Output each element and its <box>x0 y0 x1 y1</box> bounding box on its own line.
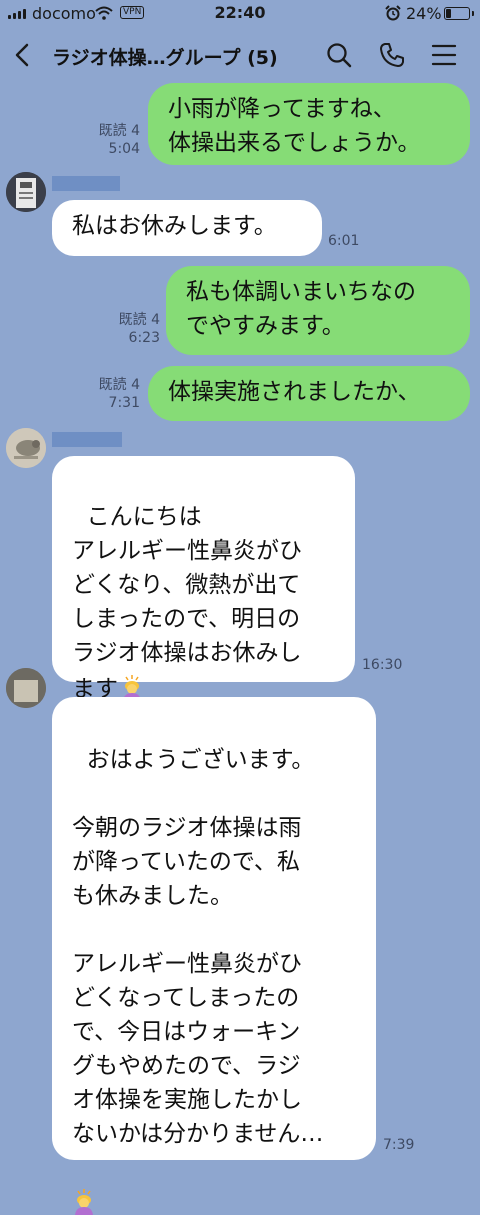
received-message[interactable]: おはようございます。 今朝のラジオ体操は雨 が降っていたので、私 も休みました。… <box>52 697 376 1215</box>
received-message[interactable]: 私はお休みします。 <box>52 200 322 256</box>
avatar-image <box>6 668 46 708</box>
status-bar: docomo VPN 22:40 24% <box>0 0 480 28</box>
avatar[interactable] <box>6 172 46 212</box>
battery-icon <box>444 7 474 20</box>
message-time: 6:01 <box>328 233 360 249</box>
message-time: 6:23 <box>128 330 160 346</box>
battery-level-fill <box>446 9 451 18</box>
avatar-image <box>6 172 46 212</box>
read-receipt: 既読 4 <box>118 312 160 328</box>
read-receipt: 既読 4 <box>98 123 140 139</box>
chat-title[interactable]: ラジオ体操…グループ (5) <box>52 43 278 70</box>
avatar[interactable] <box>6 428 46 468</box>
back-icon[interactable] <box>10 42 36 68</box>
sent-message[interactable]: 体操実施されましたか、 <box>148 366 470 421</box>
sent-message[interactable]: 私も体調いまいちなの でやすみます。 <box>166 266 470 355</box>
sender-name-redacted <box>52 176 120 191</box>
phone-icon[interactable] <box>378 41 406 69</box>
message-time: 7:39 <box>383 1137 415 1153</box>
avatar-image <box>6 428 46 468</box>
search-icon[interactable] <box>325 41 353 69</box>
message-meta: 既読 4 7:31 <box>80 376 140 412</box>
received-message[interactable]: こんにちは アレルギー性鼻炎がひ どくなり、微熱が出て しまったので、明日の ラ… <box>52 456 355 702</box>
read-receipt: 既読 4 <box>98 377 140 393</box>
message-meta: 既読 4 6:23 <box>100 311 160 347</box>
menu-icon[interactable] <box>430 41 458 69</box>
message-text: おはようございます。 今朝のラジオ体操は雨 が降っていたので、私 も休みました。… <box>72 747 324 1147</box>
battery-percent: 24% <box>406 4 442 23</box>
message-time: 16:30 <box>362 657 403 673</box>
avatar[interactable] <box>6 668 46 708</box>
message-text: こんにちは アレルギー性鼻炎がひ どくなり、微熱が出て しまったので、明日の ラ… <box>72 504 302 702</box>
message-time: 5:04 <box>108 141 140 157</box>
message-time: 7:31 <box>108 395 140 411</box>
sender-name-redacted <box>52 432 122 447</box>
message-meta: 既読 4 5:04 <box>80 122 140 158</box>
alarm-icon <box>385 5 401 21</box>
person-bowing-emoji <box>75 1189 93 1215</box>
sent-message[interactable]: 小雨が降ってますね、 体操出来るでしょうか。 <box>148 83 470 165</box>
chat-header: ラジオ体操…グループ (5) <box>0 30 480 80</box>
